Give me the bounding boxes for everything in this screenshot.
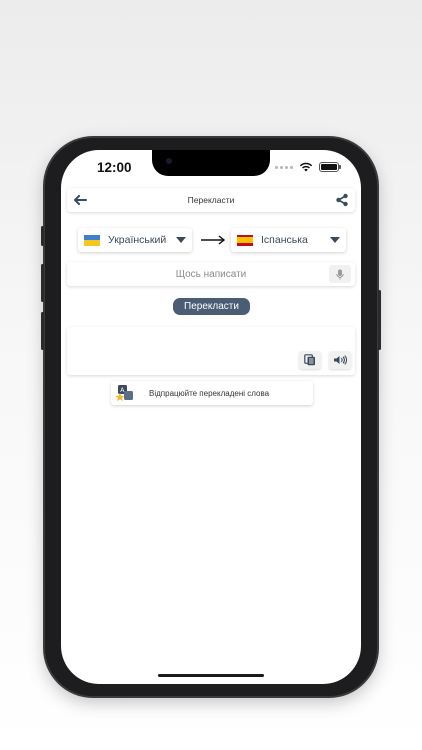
page-title: Перекласти — [187, 195, 235, 205]
language-selector-row: Український Іспанська — [78, 228, 346, 252]
app-screen: 12:00 Перекласти Український Іспанська Щ… — [61, 150, 361, 684]
wifi-icon — [299, 162, 313, 172]
chevron-down-icon — [330, 237, 340, 243]
voice-input-button[interactable] — [329, 265, 351, 283]
battery-icon — [319, 162, 341, 172]
target-language-label: Іспанська — [261, 234, 308, 246]
ukraine-flag-icon — [84, 234, 100, 246]
status-time: 12:00 — [97, 160, 132, 175]
target-language-select[interactable]: Іспанська — [231, 228, 346, 252]
front-camera — [166, 158, 172, 164]
phone-frame: 12:00 Перекласти Український Іспанська Щ… — [41, 138, 381, 696]
translate-button[interactable]: Перекласти — [173, 298, 250, 315]
practice-words-button[interactable]: A Відпрацюйте перекладені слова — [111, 381, 313, 405]
power-button — [378, 290, 381, 350]
silent-switch — [41, 226, 44, 246]
volume-down-button — [41, 312, 44, 350]
arrow-right-icon — [201, 235, 226, 245]
home-indicator[interactable] — [158, 674, 264, 677]
translation-output-box — [67, 327, 355, 375]
speaker-icon — [334, 355, 347, 365]
signal-dots-icon — [275, 165, 293, 169]
microphone-icon — [336, 269, 344, 279]
copy-button[interactable] — [299, 351, 321, 369]
volume-up-button — [41, 264, 44, 302]
copy-icon — [304, 354, 315, 366]
status-icons — [275, 162, 341, 172]
spain-flag-icon — [237, 234, 253, 246]
share-icon — [336, 193, 348, 207]
arrow-left-icon — [74, 195, 87, 205]
speak-button[interactable] — [329, 351, 351, 369]
source-language-select[interactable]: Український — [78, 228, 192, 252]
flashcards-star-icon: A — [115, 385, 133, 401]
back-button[interactable] — [73, 195, 87, 205]
chevron-down-icon — [176, 237, 186, 243]
source-text-input[interactable] — [67, 262, 329, 286]
source-language-label: Український — [108, 234, 167, 246]
notch — [152, 150, 270, 176]
app-header: Перекласти — [67, 188, 355, 212]
share-button[interactable] — [335, 193, 349, 207]
source-text-box — [67, 262, 355, 286]
practice-words-label: Відпрацюйте перекладені слова — [149, 388, 270, 398]
